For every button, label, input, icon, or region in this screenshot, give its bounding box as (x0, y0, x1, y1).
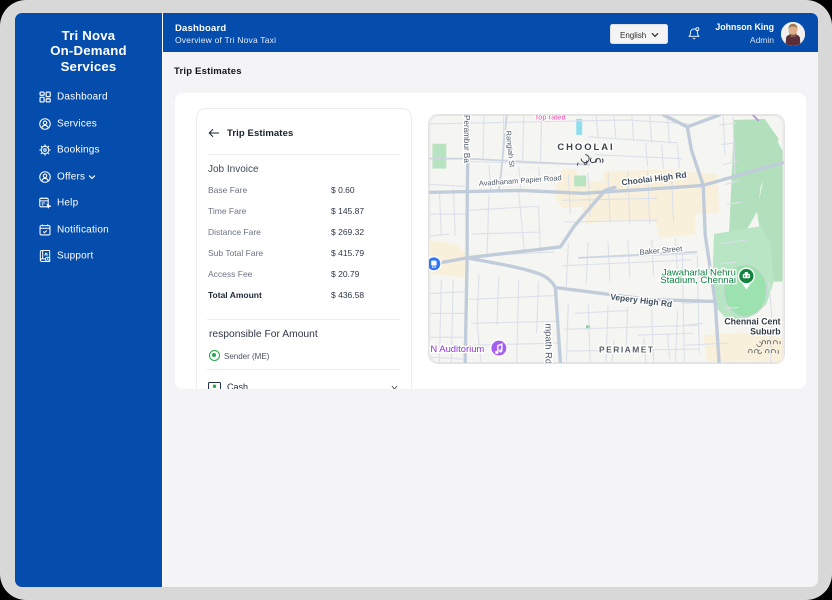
svg-text:Stadium, Chennai: Stadium, Chennai (660, 275, 736, 286)
svg-text:N Auditorium: N Auditorium (430, 343, 484, 354)
svg-text:mpath Rd: mpath Rd (543, 323, 554, 364)
svg-text:Perambur Ba: Perambur Ba (462, 115, 471, 163)
svg-text:Chennai Cent: Chennai Cent (724, 316, 780, 326)
svg-text:PERIAMET: PERIAMET (599, 345, 654, 355)
svg-text:Suburb: Suburb (750, 327, 781, 337)
svg-text:Top rated: Top rated (535, 114, 566, 121)
svg-text:CHOOLAI: CHOOLAI (557, 141, 614, 152)
